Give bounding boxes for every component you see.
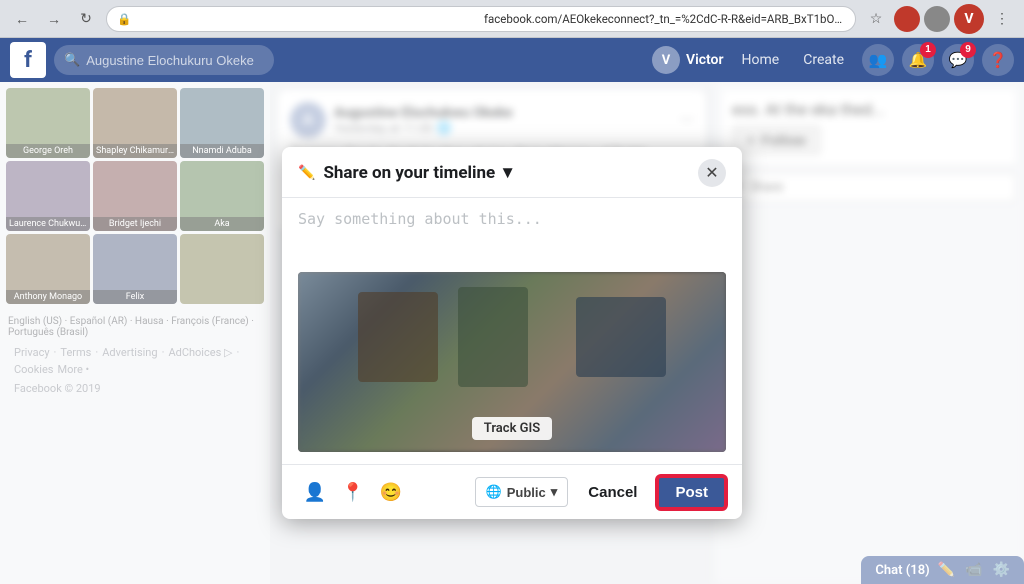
refresh-button[interactable]: ↻: [72, 5, 100, 33]
share-textarea[interactable]: [298, 210, 726, 260]
share-title-dropdown[interactable]: Share on your timeline ▼: [323, 163, 516, 183]
create-link[interactable]: Create: [793, 46, 854, 74]
feeling-button[interactable]: 😊: [374, 475, 408, 509]
tag-people-button[interactable]: 👤: [298, 475, 332, 509]
lock-icon: 🔒: [117, 12, 478, 26]
forward-button[interactable]: →: [40, 5, 68, 33]
extension-icon-2: [924, 6, 950, 32]
nav-links: Home Create: [732, 46, 854, 74]
globe-icon-audience: 🌐: [486, 484, 502, 500]
modal-title-area: ✏️ Share on your timeline ▼: [298, 163, 516, 183]
dropdown-arrow: ▼: [499, 163, 516, 183]
back-button[interactable]: ←: [8, 5, 36, 33]
bookmark-button[interactable]: ☆: [862, 5, 890, 33]
nav-buttons: ← → ↻: [8, 5, 100, 33]
home-link[interactable]: Home: [732, 46, 790, 74]
extension-icon-1: [894, 6, 920, 32]
audience-selector[interactable]: 🌐 Public ▾: [475, 477, 569, 507]
modal-close-button[interactable]: ✕: [698, 159, 726, 187]
chrome-user-avatar: V: [954, 4, 984, 34]
share-modal: ✏️ Share on your timeline ▼ ✕ 😊: [282, 147, 742, 519]
browser-actions: ☆ V ⋮: [862, 4, 1016, 34]
cancel-button[interactable]: Cancel: [576, 478, 649, 507]
modal-image-preview: Track GIS: [298, 272, 726, 452]
footer-icon-buttons: 👤 📍 😊: [298, 475, 408, 509]
edit-icon: ✏️: [298, 165, 315, 181]
messages-button[interactable]: 💬 9: [942, 44, 974, 76]
search-bar[interactable]: 🔍: [54, 45, 274, 75]
modal-footer: 👤 📍 😊 🌐 Public ▾ Cancel Post: [282, 464, 742, 519]
nav-user[interactable]: V Victor: [652, 46, 724, 74]
address-bar[interactable]: 🔒 facebook.com/AEOkekeconnect?_tn_=%2CdC…: [106, 6, 856, 32]
modal-body: 😊 Track GIS: [282, 198, 742, 464]
facebook-navbar: f 🔍 V Victor Home Create 👥 🔔 1 💬 9 ❓: [0, 38, 1024, 82]
audience-label: Public: [507, 485, 546, 500]
image-overlay-text: Track GIS: [472, 417, 552, 440]
modal-title-text: Share on your timeline: [323, 163, 495, 183]
main-content: George Oreh Shapley Chikamuret Nnamdi Ad…: [0, 82, 1024, 584]
textarea-wrap: 😊: [298, 210, 726, 264]
facebook-logo: f: [10, 42, 46, 78]
menu-button[interactable]: ⋮: [988, 5, 1016, 33]
location-button[interactable]: 📍: [336, 475, 370, 509]
notifications-badge: 1: [920, 42, 936, 58]
user-avatar-nav: V: [652, 46, 680, 74]
notifications-button[interactable]: 🔔 1: [902, 44, 934, 76]
audience-chevron: ▾: [551, 484, 558, 500]
search-icon: 🔍: [64, 53, 80, 68]
modal-image-inner: Track GIS: [298, 272, 726, 452]
post-button[interactable]: Post: [657, 476, 726, 509]
modal-header: ✏️ Share on your timeline ▼ ✕: [282, 147, 742, 198]
url-text: facebook.com/AEOkekeconnect?_tn_=%2CdC-R…: [484, 12, 845, 26]
help-button[interactable]: ❓: [982, 44, 1014, 76]
messages-badge: 9: [960, 42, 976, 58]
user-name-nav: Victor: [686, 52, 724, 68]
browser-chrome: ← → ↻ 🔒 facebook.com/AEOkekeconnect?_tn_…: [0, 0, 1024, 38]
friends-button[interactable]: 👥: [862, 44, 894, 76]
search-input[interactable]: [86, 53, 264, 68]
